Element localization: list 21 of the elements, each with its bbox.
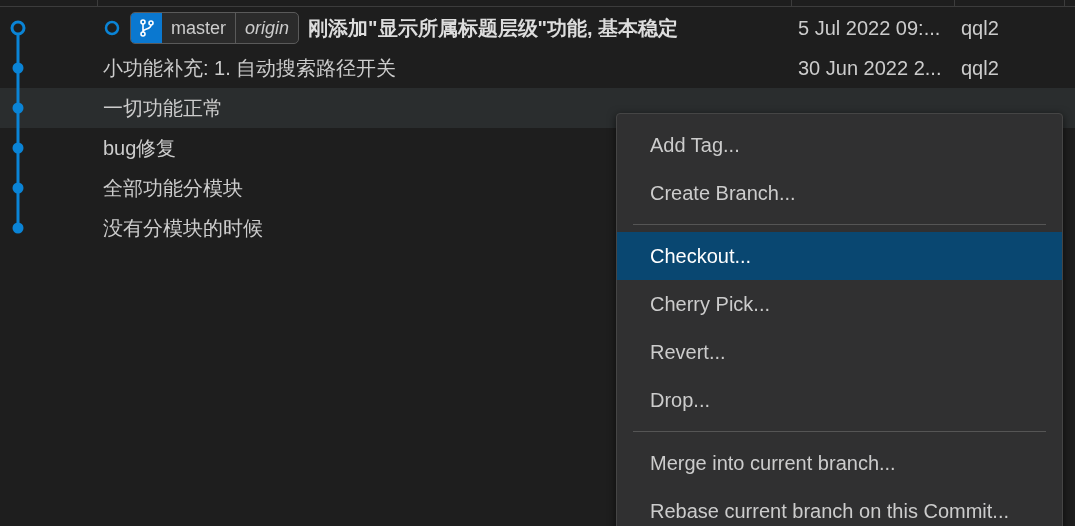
commit-author: qql2 bbox=[961, 57, 999, 79]
commit-author: qql2 bbox=[961, 17, 999, 39]
menu-item[interactable]: Drop... bbox=[617, 376, 1062, 424]
commit-message: 小功能补充: 1. 自动搜索路径开关 bbox=[103, 56, 397, 81]
branch-name: master bbox=[162, 13, 236, 43]
remote-name: origin bbox=[244, 16, 291, 40]
menu-item[interactable]: Create Branch... bbox=[617, 169, 1062, 217]
commit-date: 5 Jul 2022 09:... bbox=[798, 17, 941, 39]
commit-message: bug修复 bbox=[103, 136, 177, 161]
menu-item[interactable]: Checkout... bbox=[617, 232, 1062, 280]
commit-message: 全部功能分模块 bbox=[103, 176, 243, 201]
menu-item[interactable]: Rebase current branch on this Commit... bbox=[617, 487, 1062, 526]
menu-item[interactable]: Revert... bbox=[617, 328, 1062, 376]
commit-date: 30 Jun 2022 2... bbox=[798, 57, 942, 79]
commit-message: 没有分模块的时候 bbox=[103, 216, 263, 241]
branch-icon bbox=[138, 18, 155, 38]
menu-item[interactable]: Cherry Pick... bbox=[617, 280, 1062, 328]
head-marker-icon bbox=[103, 19, 121, 37]
commit-message: 一切功能正常 bbox=[103, 96, 223, 121]
menu-item[interactable]: Merge into current branch... bbox=[617, 439, 1062, 487]
commit-message: 刚添加"显示所属标题层级"功能, 基本稳定 bbox=[308, 16, 679, 41]
